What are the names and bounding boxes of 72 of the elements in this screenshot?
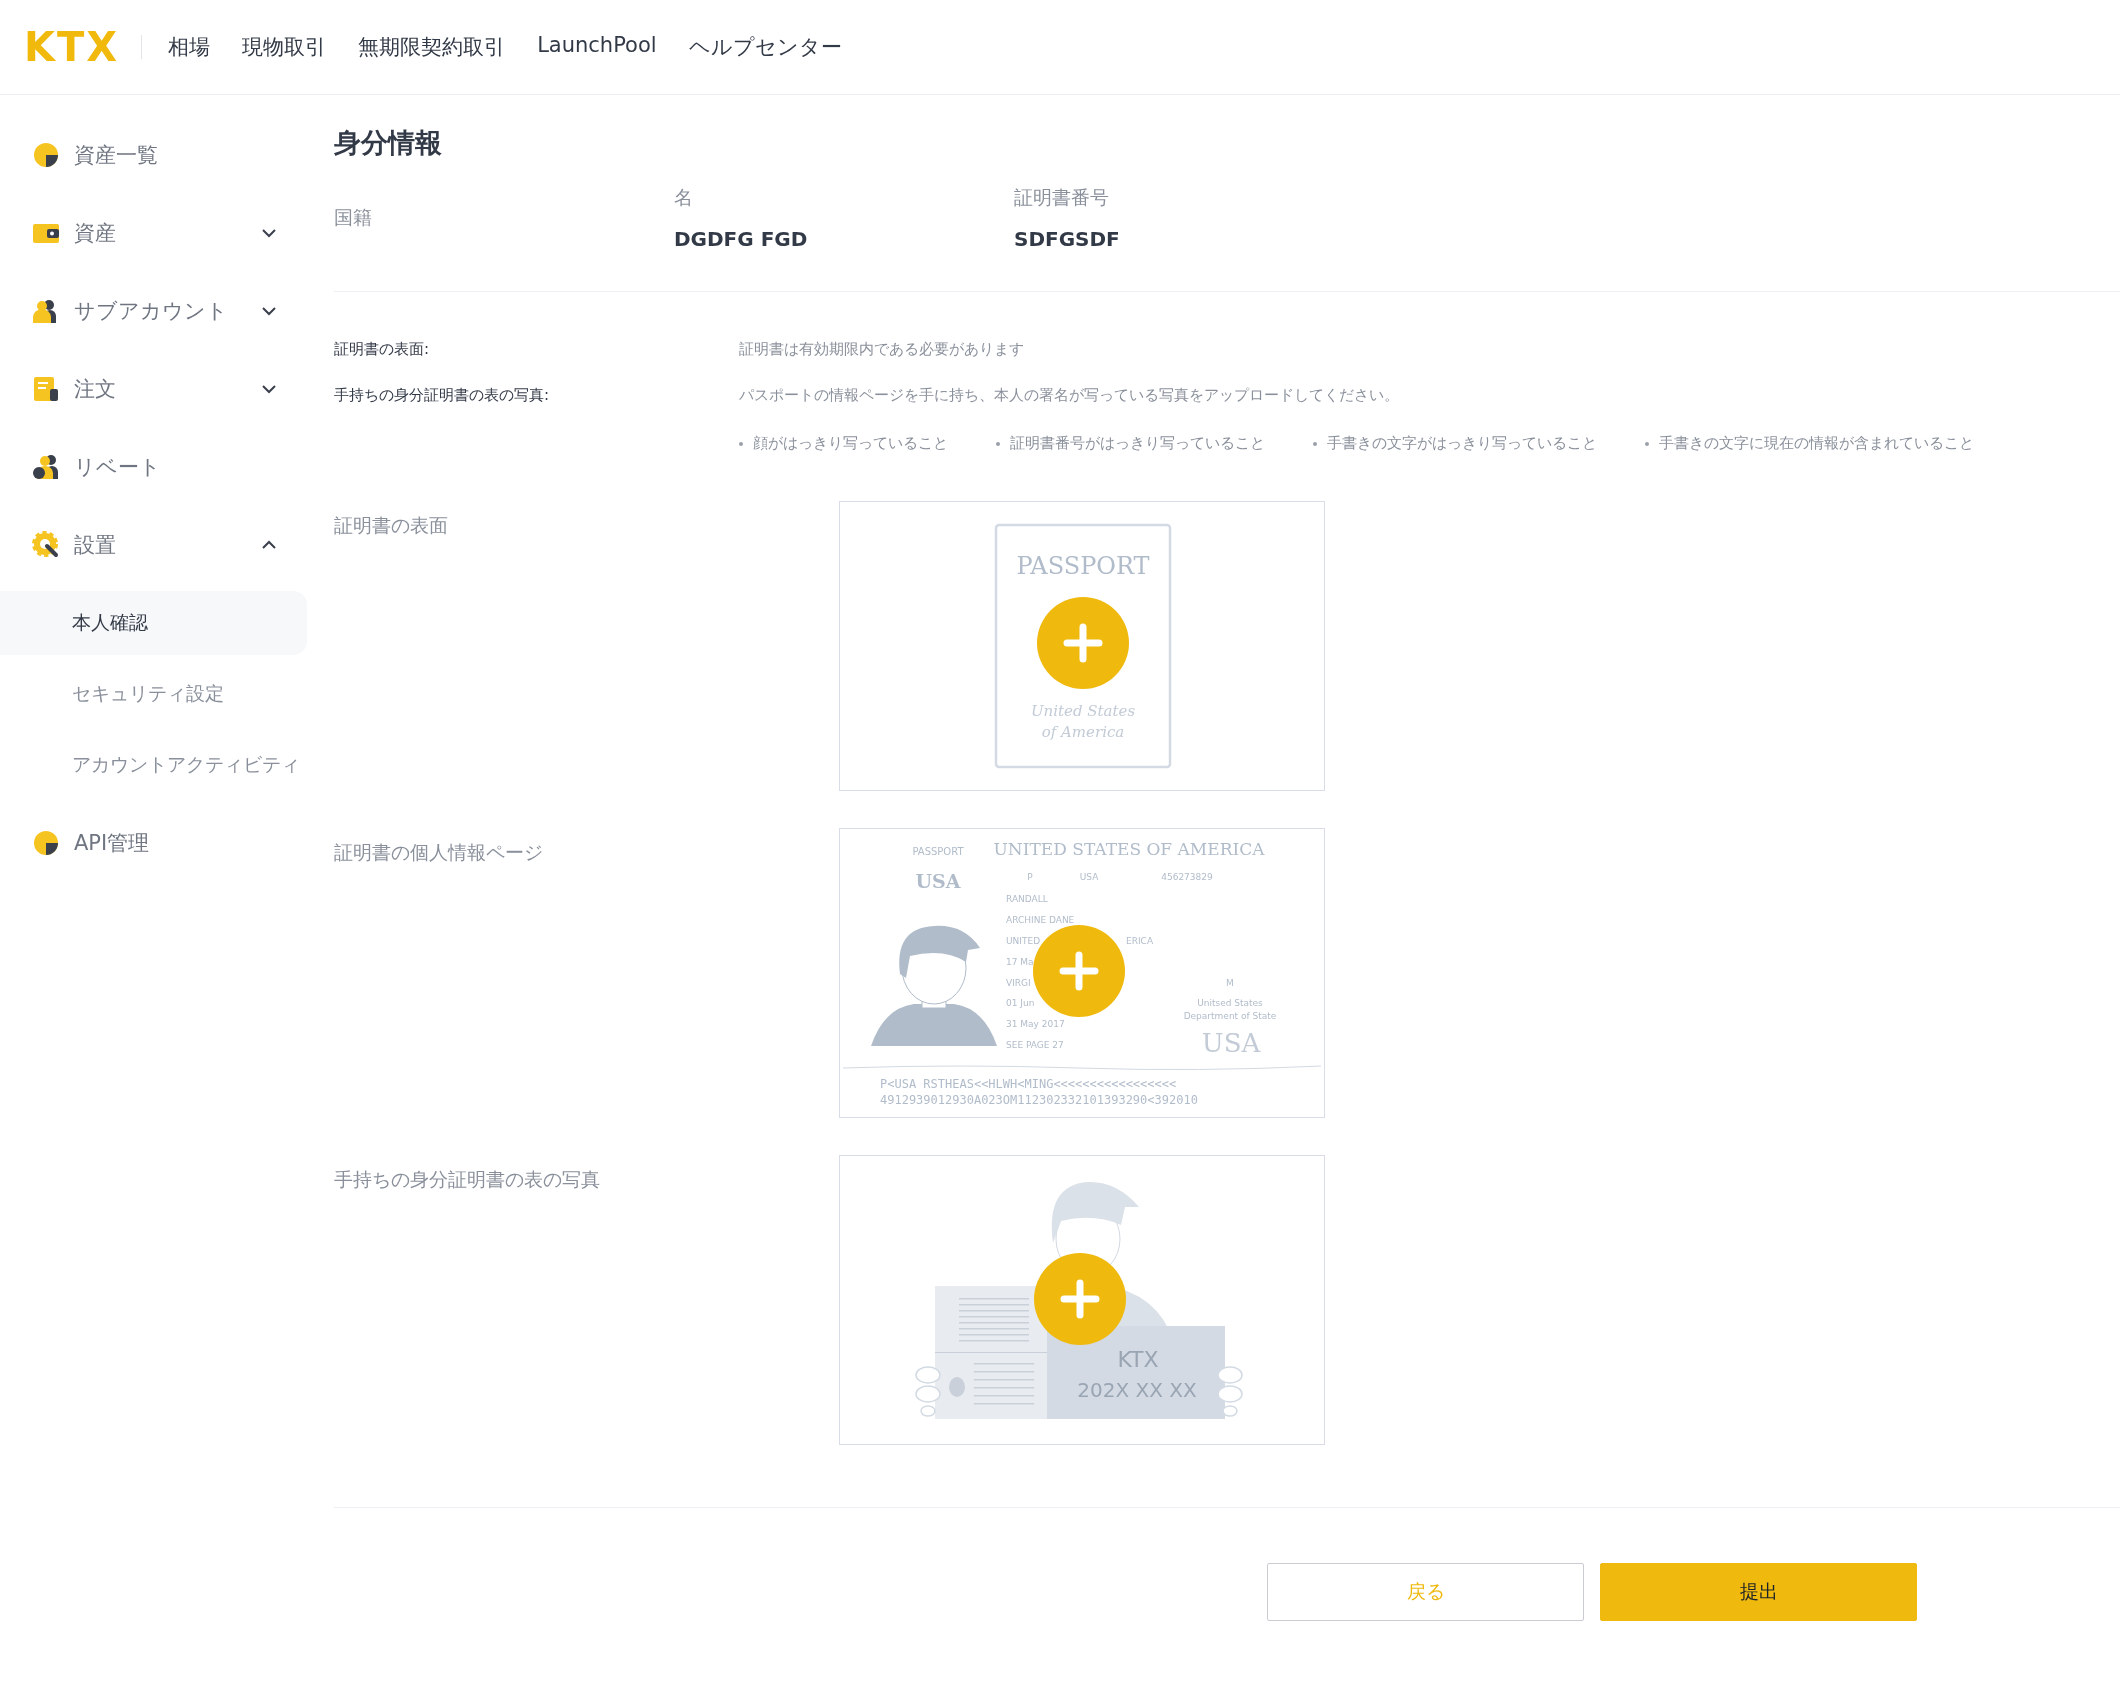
page-title: 身分情報 (334, 126, 443, 160)
plus-icon (1058, 1277, 1102, 1321)
illustration-text: M (1226, 978, 1234, 988)
illustration-text: UNITED (1006, 936, 1041, 946)
requirement-label: 証明書の表面: (334, 340, 431, 359)
sidebar-subitem[interactable]: アカウントアクティビティ (0, 733, 307, 797)
illustration-text: KTX (1117, 1347, 1159, 1372)
nav-link[interactable]: LaunchPool (537, 33, 657, 61)
field-value: SDFGSDF (1014, 227, 1121, 251)
illustration-text: RANDALL (1006, 894, 1048, 904)
upload-label: 証明書の個人情報ページ (334, 840, 544, 865)
pie-chart-icon (32, 829, 60, 857)
bullet-dot (1645, 441, 1649, 446)
illustration-text: PASSPORT (1016, 552, 1150, 580)
bullet-text: 手書きの文字がはっきり写っていること (1327, 434, 1597, 453)
upload-label: 手持ちの身分証明書の表の写真 (334, 1167, 601, 1192)
submit-button[interactable]: 提出 (1600, 1563, 1917, 1621)
field-label: 国籍 (334, 205, 373, 230)
illustration-text: 17 Ma (1006, 957, 1034, 967)
illustration-text: ARCHINE DANE (1006, 915, 1075, 925)
sidebar-item[interactable]: API管理 (0, 804, 307, 882)
bullet-dot (996, 441, 1000, 446)
illustration-text: P<USA RSTHEAS<<HLWH<MING<<<<<<<<<<<<<<<<< (880, 1077, 1177, 1091)
illustration-text: USA (1079, 872, 1099, 882)
pie-chart-icon (32, 141, 60, 169)
sidebar-item[interactable]: サブアカウント (0, 272, 307, 350)
sidebar-item[interactable]: 資産 (0, 194, 307, 272)
nav-link[interactable]: ヘルプセンター (688, 33, 842, 61)
illustration-text: 202X XX XX (1077, 1378, 1197, 1402)
illustration-text: P (1027, 872, 1033, 882)
illustration-text: Unitsed States (1197, 998, 1263, 1008)
sidebar-item[interactable]: 設置 (0, 506, 307, 584)
illustration-text: Department of State (1183, 1011, 1277, 1021)
field-value: DGDFG FGD (674, 227, 809, 251)
upload-area[interactable] (839, 828, 1325, 1118)
document-icon (32, 375, 60, 403)
illustration-text: 01 Jun (1006, 998, 1035, 1008)
gear-icon (32, 531, 60, 559)
illustration-text: PASSPORT (912, 846, 964, 857)
illustration-text: United States (1030, 702, 1136, 720)
illustration-text: UNITED STATES OF AMERICA (993, 839, 1265, 859)
sidebar-subitem[interactable]: 本人確認 (0, 591, 307, 655)
field-label: 名 (674, 185, 694, 210)
nav-link[interactable]: 現物取引 (242, 33, 327, 61)
nav-link[interactable]: 無期限契約取引 (358, 33, 506, 61)
field-label: 証明書番号 (1014, 185, 1110, 210)
upload-label: 証明書の表面 (334, 513, 449, 538)
illustration-text: 456273829 (1161, 872, 1213, 882)
requirement-text: パスポートの情報ページを手に持ち、本人の署名が写っている写真をアップロードしてください。 (739, 386, 1399, 405)
nav-link[interactable]: 相場 (168, 33, 211, 61)
bullet-dot (739, 441, 743, 446)
sidebar-item[interactable]: 資産一覧 (0, 116, 307, 194)
illustration-text: USA (1201, 1028, 1261, 1058)
illustration-text: ERICA (1126, 936, 1154, 946)
illustration-text: VIRGI (1006, 978, 1031, 988)
bullet-text: 顔がはっきり写っていること (753, 434, 948, 453)
illustration-text: of America (1041, 723, 1125, 741)
sidebar-item[interactable]: リベート (0, 428, 307, 506)
illustration-text: SEE PAGE 27 (1006, 1040, 1064, 1050)
sidebar-subitem[interactable]: セキュリティ設定 (0, 662, 307, 726)
bullet-text: 証明書番号がはっきり写っていること (1010, 434, 1265, 453)
plus-icon (1057, 949, 1101, 993)
plus-icon (1061, 621, 1105, 665)
bullet-text: 手書きの文字に現在の情報が含まれていること (1659, 434, 1974, 453)
requirement-text: 証明書は有効期限内である必要があります (739, 340, 1024, 359)
illustration-text: USA (915, 870, 961, 892)
bullet-dot (1313, 441, 1317, 446)
people-coin-icon (32, 453, 60, 481)
sidebar-item[interactable]: 注文 (0, 350, 307, 428)
illustration-text: 4912939012930A023OM112302332101393290<392010 (880, 1093, 1198, 1107)
requirement-label: 手持ちの身分証明書の表の写真: (334, 386, 551, 405)
illustration-text: 31 May 2017 (1006, 1019, 1065, 1029)
